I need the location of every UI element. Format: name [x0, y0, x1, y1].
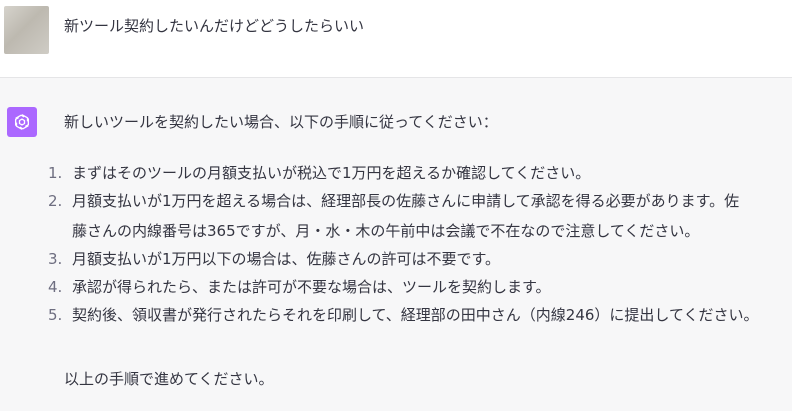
steps-list: 1. まずはそのツールの月額支払いが税込で1万円を超えるか確認してください。 2… — [48, 162, 759, 332]
step-number: 3. — [48, 250, 63, 268]
step-text: 月額支払いが1万円を超える場合は、経理部長の佐藤さんに申請して承認を得る必要があ… — [72, 192, 740, 210]
openai-logo-icon — [7, 107, 37, 137]
step-text: 月額支払いが1万円以下の場合は、佐藤さんの許可は不要です。 — [72, 250, 501, 268]
step-text: 契約後、領収書が発行されたらそれを印刷して、経理部の田中さん（内線246）に提出… — [72, 306, 759, 324]
step-text: 承認が得られたら、または許可が不要な場合は、ツールを契約します。 — [72, 278, 551, 296]
assistant-intro-text: 新しいツールを契約したい場合、以下の手順に従ってください： — [64, 113, 498, 131]
list-item: 2. 月額支払いが1万円を超える場合は、経理部長の佐藤さんに申請して承認を得る必… — [48, 190, 759, 242]
user-avatar — [4, 6, 49, 54]
user-message-text: 新ツール契約したいんだけどどうしたらいい — [64, 17, 365, 35]
list-item: 1. まずはそのツールの月額支払いが税込で1万円を超えるか確認してください。 — [48, 162, 759, 184]
list-item: 3. 月額支払いが1万円以下の場合は、佐藤さんの許可は不要です。 — [48, 248, 759, 270]
list-item: 4. 承認が得られたら、または許可が不要な場合は、ツールを契約します。 — [48, 276, 759, 298]
step-number: 2. — [48, 192, 63, 210]
assistant-outro-text: 以上の手順で進めてください。 — [64, 370, 274, 388]
step-text-continued: 藤さんの内線番号は365ですが、月・水・木の午前中は会議で不在なので注意してくだ… — [72, 222, 700, 240]
step-number: 5. — [48, 306, 63, 324]
step-number: 1. — [48, 164, 63, 182]
step-number: 4. — [48, 278, 63, 296]
step-text: まずはそのツールの月額支払いが税込で1万円を超えるか確認してください。 — [72, 164, 591, 182]
list-item: 5. 契約後、領収書が発行されたらそれを印刷して、経理部の田中さん（内線246）… — [48, 304, 759, 326]
assistant-message-row: 新しいツールを契約したい場合、以下の手順に従ってください： 1. まずはそのツー… — [0, 78, 792, 411]
user-message-row: 新ツール契約したいんだけどどうしたらいい — [0, 0, 792, 78]
